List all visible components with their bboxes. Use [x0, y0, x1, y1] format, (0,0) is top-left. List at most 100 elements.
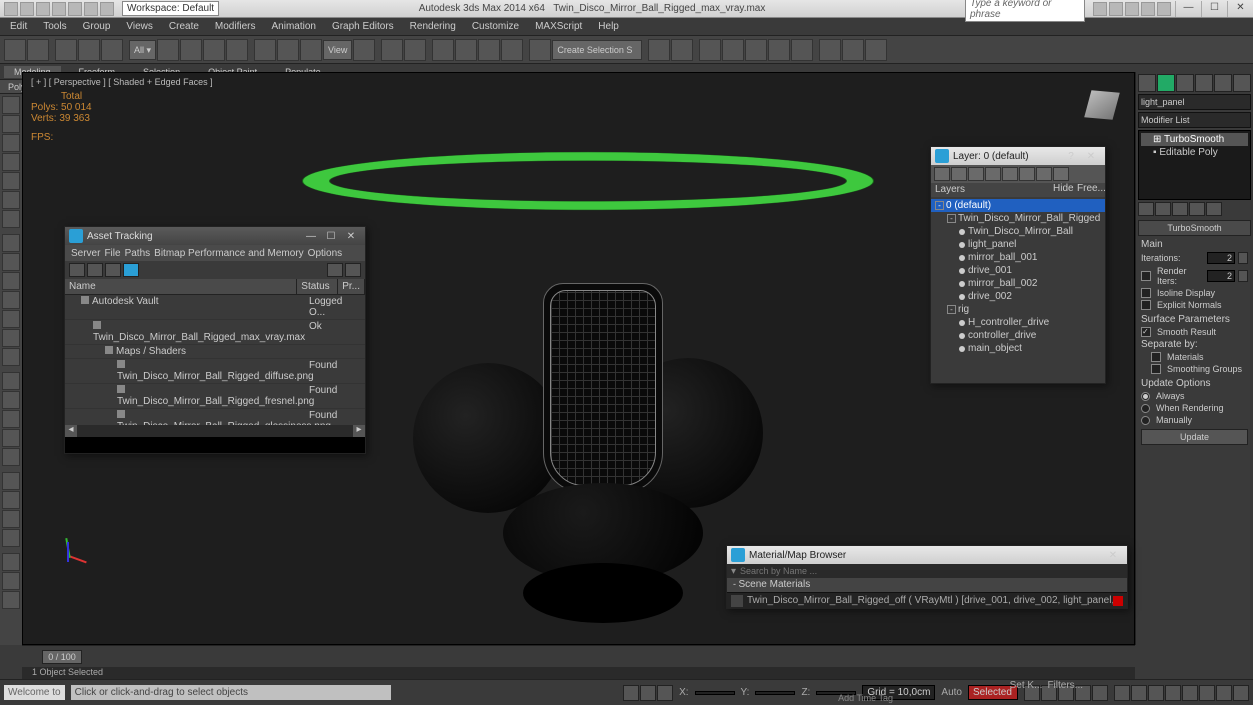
subobject-edge-icon[interactable] [2, 310, 20, 328]
render-a-icon[interactable] [2, 472, 20, 490]
select-object-icon[interactable] [157, 39, 179, 61]
layer-row[interactable]: drive_002 [931, 290, 1105, 303]
layer-row[interactable]: H_controller_drive [931, 316, 1105, 329]
new-layer-icon[interactable] [934, 167, 950, 181]
edit-selection-set-icon[interactable] [529, 39, 551, 61]
scroll-left-icon[interactable]: ◂ [65, 425, 77, 437]
remove-modifier-icon[interactable] [1189, 202, 1205, 216]
expand-icon[interactable]: - [947, 214, 956, 223]
render-frame-window-icon[interactable] [842, 39, 864, 61]
particle-icon[interactable] [2, 429, 20, 447]
undo-icon[interactable] [4, 39, 26, 61]
attach-icon[interactable] [2, 348, 20, 366]
time-slider[interactable]: 0 / 100 [22, 645, 1135, 667]
zoom-extents-icon[interactable] [1148, 685, 1164, 701]
fov-icon[interactable] [1165, 685, 1181, 701]
hierarchy-panel-icon[interactable] [1176, 74, 1194, 92]
layer-row[interactable]: light_panel [931, 238, 1105, 251]
material-color-swatch[interactable] [1113, 596, 1123, 606]
min-viewport-icon[interactable] [1233, 685, 1249, 701]
keyboard-shortcut-icon[interactable] [404, 39, 426, 61]
time-slider-thumb[interactable]: 0 / 100 [42, 650, 82, 664]
col-status[interactable]: Status [297, 279, 338, 294]
helpers-icon[interactable] [2, 234, 20, 252]
pivot-icon[interactable] [353, 39, 375, 61]
align-icon[interactable] [671, 39, 693, 61]
iterations-spinner[interactable]: 2 [1207, 252, 1235, 264]
lock-selection-icon[interactable] [623, 685, 639, 701]
auto-key-button[interactable]: Auto [941, 687, 962, 698]
selection-lock-icon[interactable] [657, 685, 673, 701]
utilities-panel-icon[interactable] [1233, 74, 1251, 92]
container-override-icon[interactable] [2, 210, 20, 228]
project-icon[interactable] [100, 2, 114, 16]
track-bar[interactable] [22, 667, 1135, 679]
spinner-arrows[interactable] [1238, 252, 1248, 264]
render-b-icon[interactable] [2, 491, 20, 509]
make-unique-icon[interactable] [1172, 202, 1188, 216]
asset-row[interactable]: Twin_Disco_Mirror_Ball_Rigged_glossiness… [65, 409, 365, 425]
pin-stack-icon[interactable] [1138, 202, 1154, 216]
render-setup-icon[interactable] [819, 39, 841, 61]
layer-props-icon[interactable] [1053, 167, 1069, 181]
menu-options[interactable]: Options [308, 248, 342, 259]
named-selection-set-dropdown[interactable]: Create Selection S [552, 40, 642, 60]
configure-sets-icon[interactable] [1206, 202, 1222, 216]
isoline-checkbox[interactable] [1141, 288, 1151, 298]
menu-bitmap-perf[interactable]: Bitmap Performance and Memory [154, 248, 304, 259]
paint-icon[interactable] [2, 572, 20, 590]
modifier-list-dropdown[interactable]: Modifier List [1138, 112, 1251, 128]
app-menu-icon[interactable] [4, 2, 18, 16]
asset-row[interactable]: Twin_Disco_Mirror_Ball_Rigged_diffuse.pn… [65, 359, 365, 384]
menu-rendering[interactable]: Rendering [404, 19, 462, 34]
menu-edit[interactable]: Edit [4, 19, 33, 34]
col-hide[interactable]: Hide [1053, 183, 1077, 197]
bind-spacewarp-icon[interactable] [101, 39, 123, 61]
zoom-icon[interactable] [1131, 685, 1147, 701]
close-icon[interactable]: ✕ [1081, 151, 1101, 162]
expand-icon[interactable]: - [935, 201, 944, 210]
close-icon[interactable]: ✕ [341, 231, 361, 242]
modifier-editable-poly[interactable]: ▪ Editable Poly [1141, 146, 1248, 159]
maximize-button[interactable]: ☐ [1201, 1, 1227, 17]
explicit-normals-checkbox[interactable] [1141, 300, 1151, 310]
update-rendering-radio[interactable] [1141, 404, 1150, 413]
container-edit-icon[interactable] [2, 153, 20, 171]
maximize-viewport-icon[interactable] [1216, 685, 1232, 701]
light-icon[interactable] [2, 372, 20, 390]
close-icon[interactable]: ✕ [1103, 550, 1123, 561]
container-inherit-icon[interactable] [2, 134, 20, 152]
container-update-icon[interactable] [2, 191, 20, 209]
smooth-result-checkbox[interactable] [1141, 327, 1151, 337]
refresh-icon[interactable] [69, 263, 85, 277]
select-by-name-icon[interactable] [180, 39, 202, 61]
spline-icon[interactable] [2, 253, 20, 271]
snap-3d-icon[interactable] [432, 39, 454, 61]
help-icon[interactable] [1157, 2, 1171, 16]
rollout-turbosmooth-header[interactable]: TurboSmooth [1138, 220, 1251, 236]
menu-customize[interactable]: Customize [466, 19, 525, 34]
material-search-input[interactable] [740, 566, 1123, 576]
new-icon[interactable] [20, 2, 34, 16]
x-field[interactable] [695, 691, 735, 695]
menu-help[interactable]: Help [592, 19, 625, 34]
percent-snap-icon[interactable] [478, 39, 500, 61]
menu-modifiers[interactable]: Modifiers [209, 19, 262, 34]
subobject-face-icon[interactable] [2, 329, 20, 347]
expand-icon[interactable]: - [947, 305, 956, 314]
selection-filter-dropdown[interactable]: All ▾ [129, 40, 156, 60]
deform-icon[interactable] [2, 591, 20, 609]
y-field[interactable] [755, 691, 795, 695]
tool-b-icon[interactable] [345, 263, 361, 277]
pan-icon[interactable] [1114, 685, 1130, 701]
create-panel-icon[interactable] [1138, 74, 1156, 92]
freeze-layer-icon[interactable] [1036, 167, 1052, 181]
snap-icon[interactable] [2, 272, 20, 290]
spinner-arrows[interactable] [1238, 270, 1248, 282]
redo-icon[interactable] [27, 39, 49, 61]
update-manually-radio[interactable] [1141, 416, 1150, 425]
angle-snap-icon[interactable] [455, 39, 477, 61]
infocenter-search[interactable]: Type a keyword or phrase [965, 0, 1085, 22]
update-always-radio[interactable] [1141, 392, 1150, 401]
menu-graph-editors[interactable]: Graph Editors [326, 19, 400, 34]
